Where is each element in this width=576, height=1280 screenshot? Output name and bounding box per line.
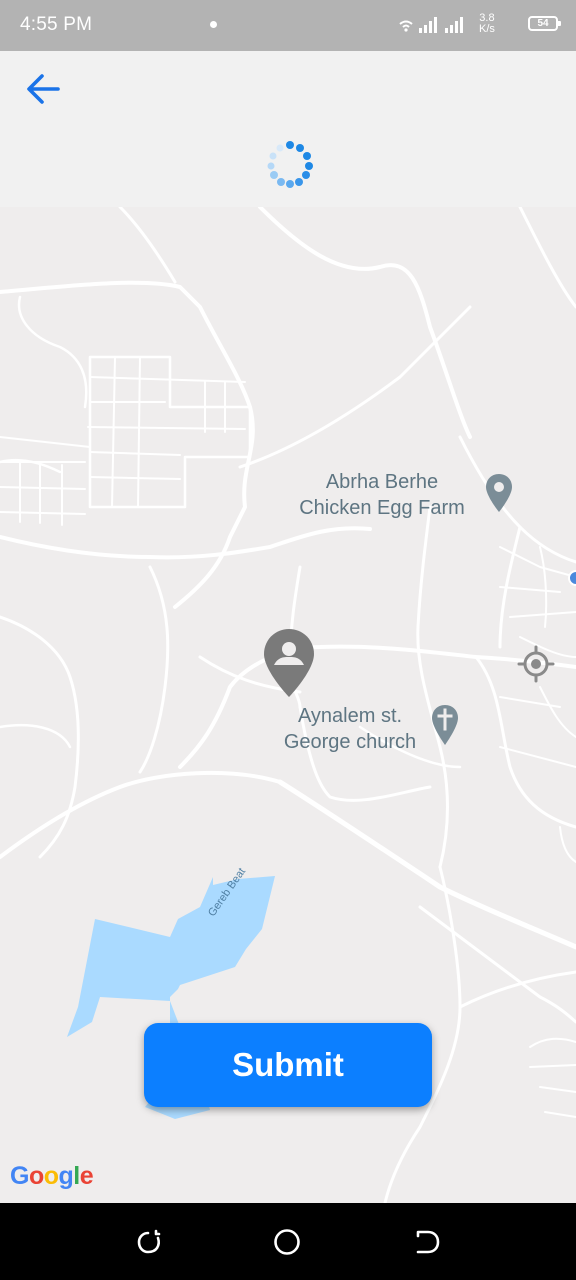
church-cross-icon[interactable] xyxy=(430,703,460,749)
poi-abrha-line1: Abrha Berhe xyxy=(325,471,439,493)
poi-abrha-berhe[interactable]: Abrha Berhe Chicken Egg Farm xyxy=(282,469,482,521)
signal-icon-1 xyxy=(419,17,437,33)
poi-aynalem-church[interactable]: Aynalem st. George church xyxy=(262,703,438,755)
battery-icon: 54 xyxy=(528,16,561,31)
signal-icon-2 xyxy=(445,17,463,33)
user-location-pin-icon[interactable] xyxy=(262,627,316,699)
location-pin-icon[interactable] xyxy=(484,472,514,516)
google-logo: Google xyxy=(10,1162,94,1190)
recent-apps-icon[interactable] xyxy=(134,1227,164,1257)
notification-dot-icon xyxy=(210,21,217,28)
status-time: 4:55 PM xyxy=(20,14,93,35)
status-bar: 4:55 PM 3.8 K/s 54 xyxy=(0,0,576,51)
network-speed-unit: K/s xyxy=(479,23,495,35)
poi-aynalem-line1: Aynalem st. xyxy=(297,705,403,727)
wifi-icon xyxy=(399,20,413,32)
back-nav-icon[interactable] xyxy=(412,1227,442,1257)
back-button[interactable] xyxy=(18,67,70,111)
arrow-left-icon xyxy=(27,74,60,104)
system-nav-bar xyxy=(0,1203,576,1280)
poi-aynalem-line2: George church xyxy=(283,731,417,753)
home-circle-icon[interactable] xyxy=(272,1227,302,1257)
crosshair-icon[interactable] xyxy=(516,644,556,684)
submit-button[interactable]: Submit xyxy=(144,1023,432,1107)
poi-abrha-line2: Chicken Egg Farm xyxy=(299,497,465,519)
app-header xyxy=(0,51,576,207)
loading-spinner-icon xyxy=(267,141,313,188)
network-speed: 3.8 K/s xyxy=(479,13,495,35)
